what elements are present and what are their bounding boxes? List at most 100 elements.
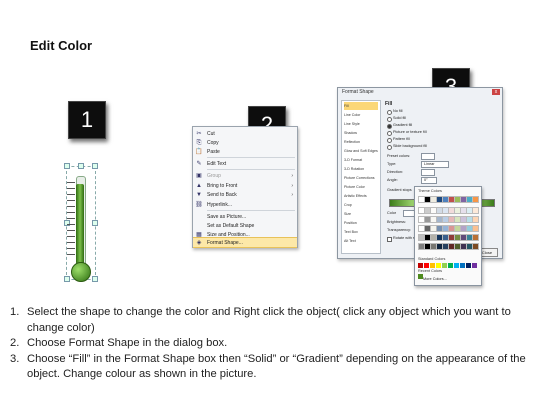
resize-handle[interactable] — [92, 163, 98, 169]
standard-color-swatch[interactable] — [460, 263, 465, 268]
color-swatch[interactable] — [472, 196, 479, 203]
radio-solid-fill[interactable] — [387, 117, 392, 122]
color-swatch[interactable] — [472, 234, 479, 241]
type-dropdown[interactable]: Linear — [421, 161, 449, 168]
standard-color-swatch[interactable] — [454, 263, 459, 268]
instruction-step: 3. Choose “Fill” in the Format Shape box… — [10, 352, 550, 383]
color-swatch[interactable] — [472, 225, 479, 232]
link-icon: ⛓ — [195, 202, 203, 208]
standard-color-swatch[interactable] — [418, 263, 423, 268]
category-line-color[interactable]: Line Color — [344, 111, 378, 119]
section-heading: Fill — [385, 101, 393, 107]
preset-colors-dropdown[interactable] — [421, 153, 435, 160]
category-picture-color[interactable]: Picture Color — [344, 183, 378, 191]
dialog-category-list: Fill Line Color Line Style Shadow Reflec… — [341, 100, 381, 254]
preset-colors-label: Preset colors: — [387, 154, 411, 158]
color-swatch[interactable] — [472, 243, 479, 250]
category-size[interactable]: Size — [344, 210, 378, 218]
angle-value: 0° — [424, 178, 428, 182]
clipboard-icon: 📋 — [195, 149, 203, 155]
category-fill[interactable]: Fill — [344, 102, 378, 110]
brightness-label: Brightness: — [387, 220, 406, 224]
radio-pattern-fill[interactable] — [387, 138, 392, 143]
menu-item-edit-text[interactable]: ✎ Edit Text — [193, 159, 297, 169]
gradient-stops-label: Gradient stops — [387, 188, 412, 192]
radio-gradient-fill[interactable] — [387, 124, 392, 129]
category-3d-rotation[interactable]: 3-D Rotation — [344, 165, 378, 173]
radio-label: Solid fill — [393, 116, 407, 120]
category-reflection[interactable]: Reflection — [344, 138, 378, 146]
menu-item-label: Format Shape... — [207, 240, 243, 246]
bring-front-icon: ▲ — [196, 183, 202, 189]
step-number: 1. — [10, 306, 20, 318]
resize-handle[interactable] — [64, 276, 70, 282]
standard-colors-label: Standard Colors — [418, 257, 446, 261]
standard-color-swatch[interactable] — [424, 263, 429, 268]
group-icon: ▣ — [196, 173, 202, 179]
radio-slide-background-fill[interactable] — [387, 145, 392, 150]
chevron-right-icon: › — [291, 192, 293, 198]
category-line-style[interactable]: Line Style — [344, 120, 378, 128]
copy-icon: ⎘ — [196, 140, 202, 146]
thermometer-fill — [76, 184, 84, 264]
radio-label: No fill — [393, 109, 403, 113]
radio-label: Picture or texture fill — [393, 130, 427, 134]
menu-item-paste[interactable]: 📋 Paste — [193, 147, 297, 157]
menu-item-group[interactable]: ▣ Group › — [193, 171, 297, 181]
recent-color-swatch[interactable] — [418, 274, 423, 279]
step-text: Select the shape to change the color and… — [27, 306, 511, 334]
send-back-icon: ▼ — [196, 192, 202, 198]
direction-dropdown[interactable] — [421, 169, 435, 176]
resize-handle[interactable] — [92, 220, 98, 226]
angle-input[interactable]: 0° — [421, 177, 437, 184]
standard-color-swatch[interactable] — [466, 263, 471, 268]
color-swatch[interactable] — [472, 216, 479, 223]
close-icon[interactable]: x — [492, 89, 500, 95]
resize-handle[interactable] — [64, 163, 70, 169]
more-colors-link[interactable]: More Colors... — [423, 277, 447, 281]
step-badge-1: 1 — [68, 101, 106, 139]
chevron-right-icon: › — [291, 173, 293, 179]
resize-handle[interactable] — [92, 276, 98, 282]
resize-handle[interactable] — [78, 163, 84, 169]
radio-no-fill[interactable] — [387, 110, 392, 115]
thermometer-bulb — [71, 262, 91, 282]
menu-item-label: Hyperlink... — [207, 202, 233, 208]
angle-label: Angle: — [387, 178, 398, 182]
standard-color-swatch[interactable] — [472, 263, 477, 268]
theme-colors-label: Theme Colors — [418, 189, 442, 193]
scissors-icon: ✂ — [196, 131, 202, 137]
menu-item-hyperlink[interactable]: ⛓ Hyperlink... — [193, 200, 297, 210]
category-text-box[interactable]: Text Box — [344, 228, 378, 236]
edit-text-icon: ✎ — [196, 161, 202, 167]
format-shape-icon: ◈ — [196, 240, 202, 246]
menu-separator — [207, 210, 295, 211]
category-artistic-effects[interactable]: Artistic Effects — [344, 192, 378, 200]
menu-item-send-to-back[interactable]: ▼ Send to Back › — [193, 190, 297, 200]
standard-color-swatch[interactable] — [430, 263, 435, 268]
color-label: Color — [387, 211, 397, 215]
type-value: Linear — [424, 162, 435, 166]
standard-color-swatch[interactable] — [442, 263, 447, 268]
category-position[interactable]: Position — [344, 219, 378, 227]
category-shadow[interactable]: Shadow — [344, 129, 378, 137]
category-crop[interactable]: Crop — [344, 201, 378, 209]
color-swatch[interactable] — [472, 207, 479, 214]
category-picture-corrections[interactable]: Picture Corrections — [344, 174, 378, 182]
category-3d-format[interactable]: 3-D Format — [344, 156, 378, 164]
instruction-list: 1. Select the shape to change the color … — [10, 305, 550, 383]
category-glow[interactable]: Glow and Soft Edges — [344, 147, 378, 155]
menu-separator — [207, 157, 295, 158]
category-alt-text[interactable]: Alt Text — [344, 237, 378, 245]
standard-color-swatch[interactable] — [448, 263, 453, 268]
standard-color-swatch[interactable] — [436, 263, 441, 268]
rotate-with-shape-checkbox[interactable] — [387, 237, 392, 242]
instruction-step: 2. Choose Format Shape in the dialog box… — [10, 336, 550, 352]
thermometer-shape[interactable] — [64, 158, 98, 284]
color-picker-popup: Theme Colors Standard Colors Recent Colo… — [414, 186, 482, 286]
context-menu: ✂ Cut ⎘ Copy 📋 Paste ✎ Edit Text ▣ Group… — [192, 126, 298, 248]
menu-item-format-shape[interactable]: ◈ Format Shape... — [193, 237, 297, 248]
radio-picture-fill[interactable] — [387, 131, 392, 136]
direction-label: Direction: — [387, 170, 404, 174]
radio-label: Slide background fill — [393, 144, 427, 148]
